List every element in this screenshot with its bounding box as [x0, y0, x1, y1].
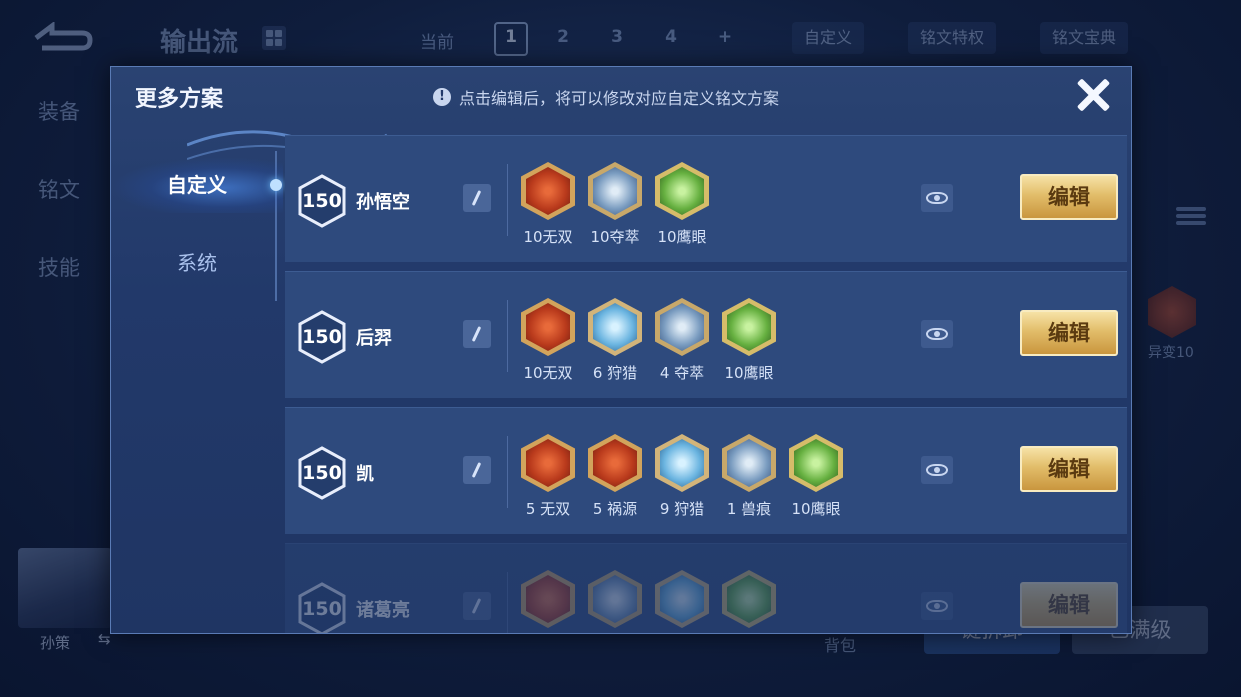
row-divider [507, 572, 508, 633]
rename-pencil-icon[interactable] [463, 184, 491, 212]
more-plans-modal: 更多方案 ! 点击编辑后，将可以修改对应自定义铭文方案 自定义 系统 150 孙悟… [110, 66, 1132, 634]
active-tab-indicator [270, 179, 282, 191]
close-icon[interactable] [1073, 75, 1113, 115]
level-badge: 150 [297, 446, 347, 500]
plan-tabs: 自定义 系统 [111, 151, 286, 301]
page-1-button[interactable]: 1 [494, 22, 528, 56]
plan-row: 150 后羿 10无双 6 狩猎 4 夺萃 10鹰眼 编辑 [285, 271, 1127, 398]
hint-text: 点击编辑后，将可以修改对应自定义铭文方案 [459, 89, 780, 108]
plan-row: 150 凯 5 无双 5 祸源 9 狩猎 1 兽痕 10鹰眼 编辑 [285, 407, 1127, 534]
eye-icon [926, 192, 948, 204]
rune-red-icon [521, 434, 575, 492]
rune-steel-icon [588, 162, 642, 220]
page-2-button[interactable]: 2 [548, 22, 578, 52]
modal-title: 更多方案 [135, 87, 224, 112]
rune-blue-icon [588, 298, 642, 356]
level-value: 150 [302, 190, 342, 212]
level-badge: 150 [297, 582, 347, 633]
rune-steel-icon [655, 298, 709, 356]
hero-name: 凯 [356, 464, 374, 485]
rename-pencil-icon[interactable] [463, 456, 491, 484]
edit-button[interactable]: 编辑 [1020, 310, 1118, 356]
rune-steel-icon [722, 434, 776, 492]
rune-steel-icon [588, 570, 642, 628]
bag-label[interactable]: 背包 [824, 632, 856, 656]
hero-name: 孙悟空 [356, 192, 410, 213]
hero-name: 后羿 [356, 328, 392, 349]
rename-pencil-icon[interactable] [463, 320, 491, 348]
rune-label: 10鹰眼 [791, 500, 841, 518]
page-3-button[interactable]: 3 [602, 22, 632, 52]
swap-icon[interactable]: ⇆ [98, 630, 111, 648]
edit-button[interactable]: 编辑 [1020, 174, 1118, 220]
rune-red-icon [521, 298, 575, 356]
rune-green-icon [722, 570, 776, 628]
side-item-runes[interactable]: 铭文 [38, 174, 80, 204]
level-badge: 150 [297, 174, 347, 228]
preview-button[interactable] [921, 592, 953, 620]
bg-title: 输出流 [160, 28, 239, 58]
preview-button[interactable] [921, 456, 953, 484]
rune-mutation-icon[interactable] [1148, 286, 1196, 338]
privilege-pill[interactable]: 铭文特权 [908, 22, 997, 54]
stack-icon[interactable] [1176, 204, 1206, 232]
rune-blue-icon [655, 434, 709, 492]
custom-pill[interactable]: 自定义 [792, 22, 865, 54]
rune-mutation-label: 异变10 [1148, 345, 1194, 361]
level-badge: 150 [297, 310, 347, 364]
rune-red-icon [588, 434, 642, 492]
plan-row: 150 诸葛亮 编辑 [285, 543, 1127, 633]
rune-green-icon [655, 162, 709, 220]
hero-name: 孙策 [40, 634, 71, 652]
edit-button[interactable]: 编辑 [1020, 582, 1118, 628]
rune-label: 10鹰眼 [724, 364, 774, 382]
tab-system[interactable]: 系统 [111, 235, 283, 291]
side-item-skills[interactable]: 技能 [38, 252, 80, 282]
rune-label: 10鹰眼 [657, 228, 707, 246]
tab-custom[interactable]: 自定义 [111, 157, 283, 213]
codex-pill[interactable]: 铭文宝典 [1040, 22, 1129, 54]
hint-text-row: ! 点击编辑后，将可以修改对应自定义铭文方案 [433, 85, 779, 109]
hero-name: 诸葛亮 [356, 600, 410, 621]
plan-row: 150 孙悟空 10无双 10夺萃 10鹰眼 编辑 [285, 135, 1127, 262]
eye-icon [926, 464, 948, 476]
page-4-button[interactable]: 4 [656, 22, 686, 52]
rune-green-icon [789, 434, 843, 492]
rune-blue-icon [655, 570, 709, 628]
rename-pencil-icon[interactable] [463, 592, 491, 620]
rune-red-icon [521, 162, 575, 220]
rune-green-icon [722, 298, 776, 356]
eye-icon [926, 328, 948, 340]
edit-button[interactable]: 编辑 [1020, 446, 1118, 492]
add-page-button[interactable]: + [710, 22, 740, 52]
preview-button[interactable] [921, 184, 953, 212]
eye-icon [926, 600, 948, 612]
side-item-equipment[interactable]: 装备 [38, 96, 80, 126]
hero-avatar[interactable] [18, 548, 112, 628]
rune-red-icon [521, 570, 575, 628]
current-label: 当前 [420, 33, 454, 53]
grid-icon[interactable] [262, 26, 286, 50]
level-value: 150 [302, 598, 342, 620]
back-arrow-icon[interactable] [32, 22, 94, 54]
info-icon: ! [433, 88, 451, 106]
preview-button[interactable] [921, 320, 953, 348]
level-value: 150 [302, 462, 342, 484]
plan-list[interactable]: 150 孙悟空 10无双 10夺萃 10鹰眼 编辑 150 后羿 10无双 6 狩猎 4 夺萃 10鹰… [285, 135, 1127, 633]
level-value: 150 [302, 326, 342, 348]
